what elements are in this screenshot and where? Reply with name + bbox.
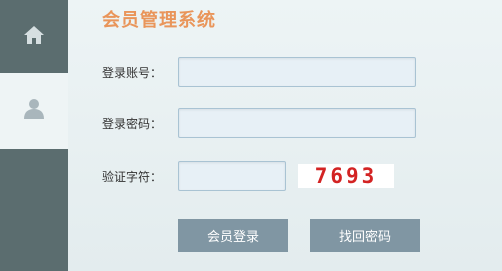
login-button[interactable]: 会员登录 (178, 219, 288, 252)
sidebar (0, 0, 68, 271)
user-icon (23, 97, 45, 125)
captcha-label: 验证字符： (102, 169, 163, 184)
account-row: 登录账号： (102, 56, 416, 88)
home-icon (22, 24, 46, 50)
captcha-row: 验证字符： 7693 (102, 160, 394, 192)
sidebar-tab-user[interactable] (0, 73, 68, 149)
captcha-input[interactable] (178, 161, 286, 191)
sidebar-tab-home[interactable] (0, 0, 68, 73)
password-row: 登录密码： (102, 107, 416, 139)
sidebar-lower (0, 149, 68, 271)
password-input[interactable] (178, 108, 416, 138)
login-panel: 会员管理系统 登录账号： 登录密码： 验证字符： 7693 会员登录 找回密码 (68, 0, 502, 271)
account-input[interactable] (178, 57, 416, 87)
account-label: 登录账号： (102, 65, 163, 80)
forgot-password-button[interactable]: 找回密码 (310, 219, 420, 252)
page-title: 会员管理系统 (102, 10, 216, 31)
captcha-image[interactable]: 7693 (298, 164, 394, 188)
password-label: 登录密码： (102, 116, 163, 131)
